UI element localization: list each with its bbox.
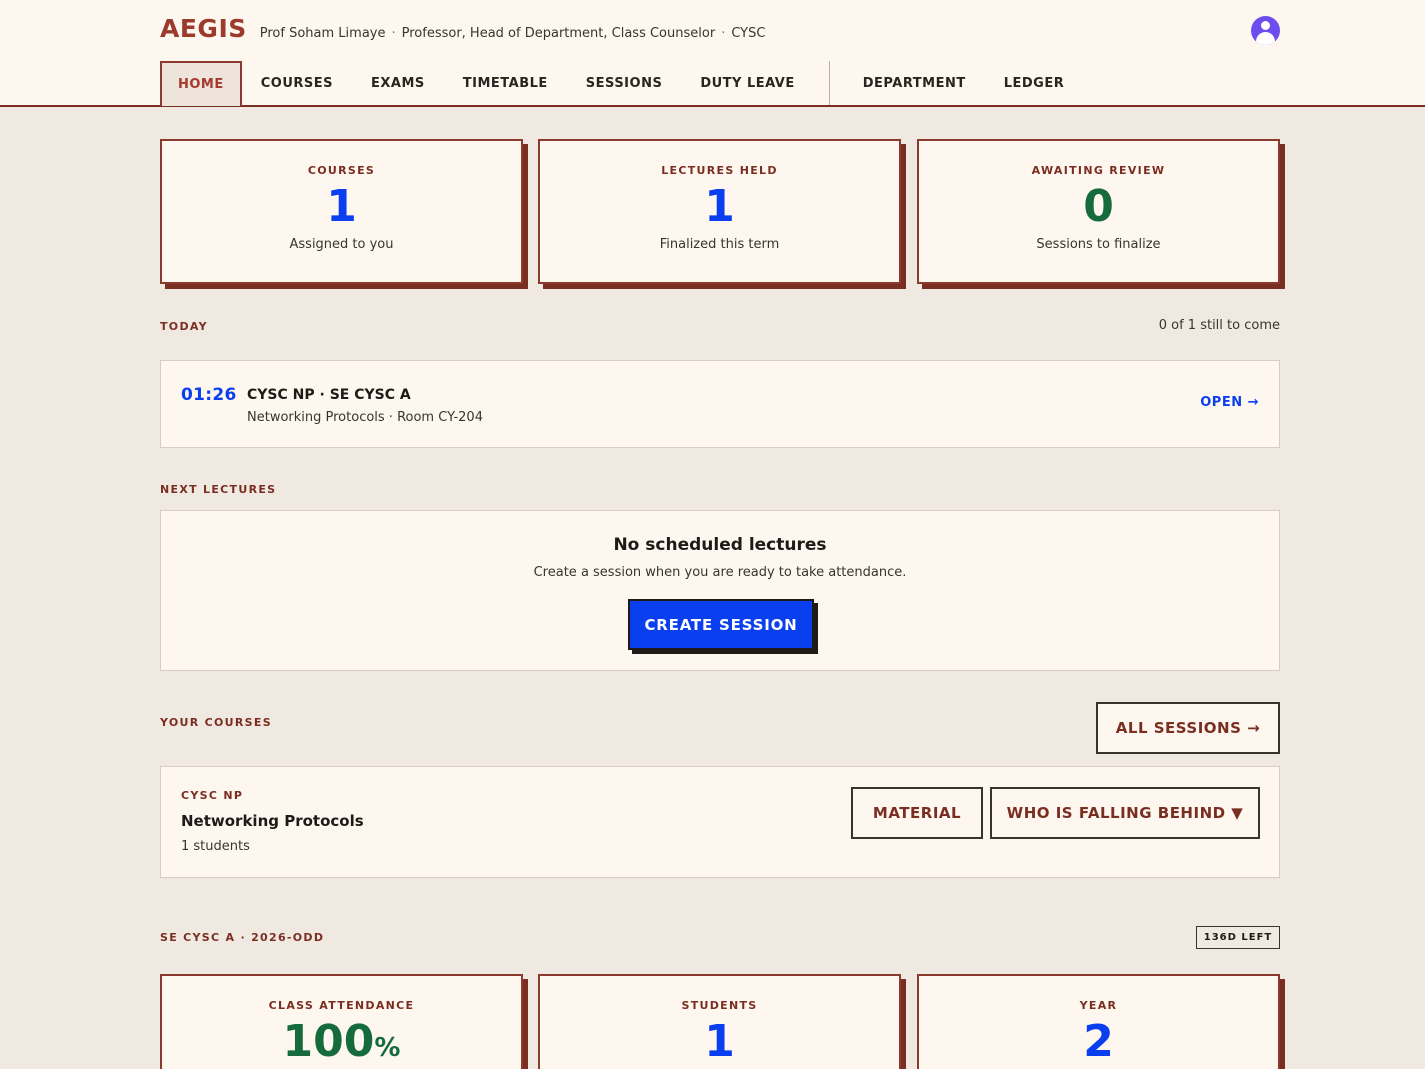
stat-label: LECTURES HELD [661,164,778,177]
attendance-value: 100 [282,1016,375,1067]
class-section-label: SE CYSC A · 2026-ODD [160,931,325,944]
top-header: AEGIS Prof Soham Limaye · Professor, Head … [0,0,1425,107]
stat-card-year: YEAR 2 [917,974,1280,1069]
stat-card-awaiting-review: AWAITING REVIEW 0 Sessions to finalize [917,139,1280,284]
nav-divider [828,61,830,105]
stat-label: STUDENTS [681,999,758,1012]
your-courses-label: YOUR COURSES [160,716,272,729]
today-label: TODAY [160,320,208,333]
tab-department[interactable]: DEPARTMENT [844,61,985,106]
next-lectures-panel: No scheduled lectures Create a session w… [160,510,1280,671]
empty-title: No scheduled lectures [613,535,827,555]
stat-card-students: STUDENTS 1 [538,974,901,1069]
stat-card-lectures-held: LECTURES HELD 1 Finalized this term [538,139,901,284]
tab-home[interactable]: HOME [160,61,242,106]
avatar-icon[interactable] [1251,16,1280,45]
next-lectures-label: NEXT LECTURES [160,483,277,496]
stat-sub: Finalized this term [659,237,780,252]
attendance-unit: % [374,1033,401,1063]
empty-subtitle: Create a session when you are ready to t… [533,565,907,580]
app-logo[interactable]: AEGIS [160,14,247,43]
today-summary: 0 of 1 still to come [1158,318,1280,333]
stat-card-class-attendance: CLASS ATTENDANCE 100% [160,974,523,1069]
course-name: Networking Protocols [181,812,364,830]
stat-value: 100% [162,1016,521,1069]
avatar-head [1261,21,1270,30]
stat-label: YEAR [1079,999,1118,1012]
stat-card-courses: COURSES 1 Assigned to you [160,139,523,284]
stat-label: AWAITING REVIEW [1031,164,1166,177]
stat-value: 0 [1083,181,1114,232]
course-card: CYSC NP Networking Protocols 1 students … [160,766,1280,878]
who-is-falling-behind-button[interactable]: WHO IS FALLING BEHIND ▼ [990,787,1260,839]
tab-sessions[interactable]: SESSIONS [567,61,682,106]
all-sessions-button[interactable]: ALL SESSIONS → [1096,702,1280,754]
stat-value: 2 [1083,1016,1114,1067]
brand-row: AEGIS Prof Soham Limaye · Professor, Head … [160,14,765,43]
avatar-body [1256,32,1275,45]
stat-value: 1 [704,181,735,232]
tab-exams[interactable]: EXAMS [352,61,444,106]
user-info: Prof Soham Limaye · Professor, Head of Dep… [260,26,766,41]
separator: · [721,26,726,41]
today-session-row[interactable]: 01:26 CYSC NP · SE CYSC A Networking Pro… [160,360,1280,448]
open-session-link[interactable]: OPEN → [1200,395,1259,410]
session-time: 01:26 [181,385,237,405]
tab-ledger[interactable]: LEDGER [985,61,1084,106]
course-students: 1 students [181,839,250,854]
separator: · [391,26,396,41]
course-code: CYSC NP [181,789,244,802]
tab-courses[interactable]: COURSES [242,61,352,106]
stat-sub: Assigned to you [289,237,394,252]
session-title: CYSC NP · SE CYSC A [247,387,411,403]
stat-value: 1 [326,181,357,232]
main-nav: HOME COURSES EXAMS TIMETABLE SESSIONS DU… [160,61,1083,107]
stat-label: CLASS ATTENDANCE [268,999,415,1012]
user-dept: CYSC [731,26,766,41]
tab-timetable[interactable]: TIMETABLE [444,61,567,106]
stat-sub: Sessions to finalize [1036,237,1161,252]
material-button[interactable]: MATERIAL [851,787,983,839]
create-session-button[interactable]: CREATE SESSION [628,599,814,650]
stat-value: 1 [704,1016,735,1067]
session-meta: Networking Protocols · Room CY-204 [247,410,483,425]
user-roles: Professor, Head of Department, Class Cou… [401,26,716,41]
user-name: Prof Soham Limaye [259,26,386,41]
days-left-badge: 136D LEFT [1196,926,1280,949]
tab-duty-leave[interactable]: DUTY LEAVE [681,61,813,106]
stat-label: COURSES [307,164,376,177]
